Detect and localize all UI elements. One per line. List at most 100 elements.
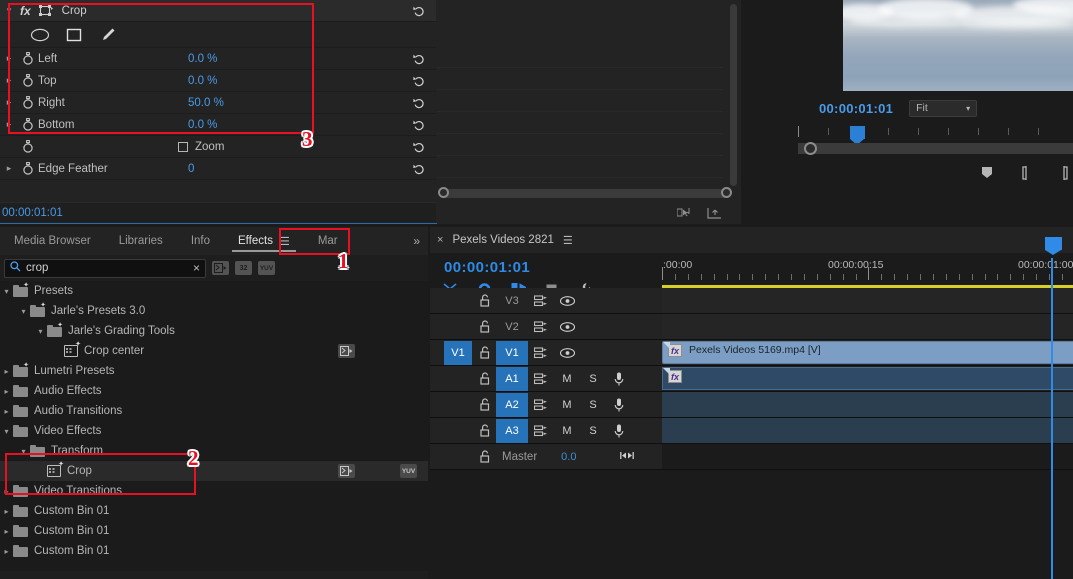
- property-row-left[interactable]: ▸ Left 0.0 %: [0, 48, 436, 70]
- track-header[interactable]: V1 V1: [430, 340, 662, 365]
- stopwatch-icon[interactable]: [18, 118, 38, 131]
- track-body[interactable]: [662, 418, 1073, 443]
- track-row-v1[interactable]: V1 V1 fx Pexels Videos 5169.mp4 [V]: [430, 340, 1073, 366]
- accelerated-effects-icon[interactable]: [338, 344, 355, 358]
- program-monitor-zoom-bar[interactable]: [798, 142, 1073, 155]
- timeline-tab[interactable]: × Pexels Videos 2821 ☰: [430, 227, 1073, 253]
- property-value[interactable]: 0.0 %: [188, 119, 217, 131]
- tree-item-jarle-s-grading-tools[interactable]: ▾ Jarle's Grading Tools: [0, 321, 428, 341]
- mark-out-icon[interactable]: [1059, 165, 1069, 185]
- zoom-level-dropdown[interactable]: Fit ▾: [909, 99, 978, 117]
- reset-icon[interactable]: [412, 118, 426, 132]
- tab-media-browser[interactable]: Media Browser: [0, 227, 105, 255]
- stopwatch-icon[interactable]: [18, 74, 38, 87]
- tab-effects[interactable]: Effects ☰: [224, 227, 304, 255]
- track-body[interactable]: fx: [662, 366, 1073, 391]
- tab-libraries[interactable]: Libraries: [105, 227, 177, 255]
- accelerated-effects-icon[interactable]: [212, 261, 229, 275]
- hamburger-icon[interactable]: ☰: [280, 235, 290, 248]
- track-header[interactable]: V3: [430, 288, 662, 313]
- source-track-v1[interactable]: V1: [444, 340, 472, 365]
- stopwatch-icon[interactable]: [18, 96, 38, 109]
- clip-fx-badge[interactable]: fx: [668, 344, 682, 357]
- export-frame-icon[interactable]: [707, 207, 723, 222]
- lock-icon[interactable]: [474, 398, 496, 411]
- lock-icon[interactable]: [474, 372, 496, 385]
- chevron-right-icon[interactable]: ▸: [0, 97, 18, 108]
- tree-item-presets[interactable]: ▾ Presets: [0, 281, 428, 301]
- track-body[interactable]: fx Pexels Videos 5169.mp4 [V]: [662, 340, 1073, 365]
- lock-icon[interactable]: [474, 320, 496, 333]
- stopwatch-icon[interactable]: [18, 140, 38, 153]
- reset-icon[interactable]: [412, 96, 426, 110]
- tree-item-custom-bin-01[interactable]: ▸ Custom Bin 01: [0, 501, 428, 521]
- eye-icon[interactable]: [554, 321, 580, 332]
- chevron-right-icon[interactable]: ▸: [0, 163, 18, 174]
- program-monitor-timecode[interactable]: 00:00:01:01: [819, 101, 893, 116]
- track-row-v2[interactable]: V2: [430, 314, 1073, 340]
- property-value[interactable]: 0: [188, 163, 194, 175]
- chevron-right-icon[interactable]: ▸: [0, 487, 13, 496]
- eye-icon[interactable]: [554, 347, 580, 358]
- marker-icon[interactable]: [981, 166, 993, 184]
- property-row-edge-feather[interactable]: ▸ Edge Feather 0: [0, 158, 436, 180]
- stopwatch-icon[interactable]: [18, 52, 38, 65]
- search-input[interactable]: crop ×: [4, 258, 206, 278]
- property-row-bottom[interactable]: ▸ Bottom 0.0 %: [0, 114, 436, 136]
- timeline-ruler[interactable]: :00:00 00:00:00:15 00:00:01:00: [662, 259, 1073, 286]
- tree-item-custom-bin-01[interactable]: ▸ Custom Bin 01: [0, 521, 428, 541]
- tree-item-audio-transitions[interactable]: ▸ Audio Transitions: [0, 401, 428, 421]
- play-audio-icon[interactable]: [676, 207, 693, 222]
- reset-icon[interactable]: [412, 4, 426, 18]
- clip-corner-handle[interactable]: [663, 342, 670, 349]
- property-value[interactable]: 0.0 %: [188, 75, 217, 87]
- pan-balance-icon[interactable]: [620, 448, 635, 466]
- track-row-a3[interactable]: A3 M S: [430, 418, 1073, 444]
- tree-item-crop[interactable]: Crop YUV: [0, 460, 428, 481]
- track-name-a2[interactable]: A2: [496, 392, 528, 417]
- lock-icon[interactable]: [474, 294, 496, 307]
- tree-item-custom-bin-01[interactable]: ▸ Custom Bin 01: [0, 541, 428, 561]
- chevron-right-icon[interactable]: ▸: [0, 367, 13, 376]
- effect-header-crop[interactable]: ▾ fx Crop: [0, 0, 436, 22]
- lock-icon[interactable]: [474, 346, 496, 359]
- sync-lock-icon[interactable]: [528, 294, 554, 307]
- vertical-scrollbar[interactable]: [730, 4, 737, 186]
- program-monitor-video[interactable]: [843, 0, 1073, 91]
- chevron-right-icon[interactable]: ▸: [0, 507, 13, 516]
- chevron-right-icon[interactable]: ▸: [0, 547, 13, 556]
- track-name-v3[interactable]: V3: [496, 290, 528, 312]
- chevron-down-icon[interactable]: ▾: [17, 307, 30, 316]
- eye-icon[interactable]: [554, 295, 580, 306]
- tree-item-jarle-s-presets-3-0[interactable]: ▾ Jarle's Presets 3.0: [0, 301, 428, 321]
- stopwatch-icon[interactable]: [18, 162, 38, 175]
- chevron-down-icon[interactable]: ▾: [0, 427, 13, 436]
- timeline-playhead[interactable]: [1045, 237, 1062, 579]
- yuv-color-icon[interactable]: YUV: [258, 261, 275, 275]
- tab-info[interactable]: Info: [177, 227, 224, 255]
- property-value[interactable]: 50.0 %: [188, 97, 224, 109]
- timeline-clip-video[interactable]: fx Pexels Videos 5169.mp4 [V]: [662, 341, 1073, 364]
- keyframe-graph-area[interactable]: [437, 0, 741, 224]
- yuv-color-icon[interactable]: YUV: [400, 464, 417, 478]
- chevron-right-icon[interactable]: ▸: [0, 119, 18, 130]
- microphone-icon[interactable]: [606, 372, 632, 386]
- tree-item-lumetri-presets[interactable]: ▸ Lumetri Presets: [0, 361, 428, 381]
- timeline-timecode[interactable]: 00:00:01:01: [444, 259, 530, 276]
- property-value[interactable]: 0.0 %: [188, 53, 217, 65]
- lock-icon[interactable]: [474, 424, 496, 437]
- chevron-down-icon[interactable]: ▾: [0, 287, 13, 296]
- track-body[interactable]: [662, 392, 1073, 417]
- solo-button-a3[interactable]: S: [580, 425, 606, 437]
- sync-lock-icon[interactable]: [528, 398, 554, 411]
- microphone-icon[interactable]: [606, 398, 632, 412]
- property-row-right[interactable]: ▸ Right 50.0 %: [0, 92, 436, 114]
- accelerated-effects-icon[interactable]: [338, 464, 355, 478]
- sync-lock-icon[interactable]: [528, 372, 554, 385]
- sync-lock-icon[interactable]: [528, 424, 554, 437]
- clip-corner-handle[interactable]: [663, 368, 670, 375]
- reset-icon[interactable]: [412, 52, 426, 66]
- mark-in-icon[interactable]: [1021, 165, 1031, 185]
- hamburger-icon[interactable]: ☰: [563, 234, 573, 247]
- tree-item-transform[interactable]: ▾ Transform: [0, 441, 428, 461]
